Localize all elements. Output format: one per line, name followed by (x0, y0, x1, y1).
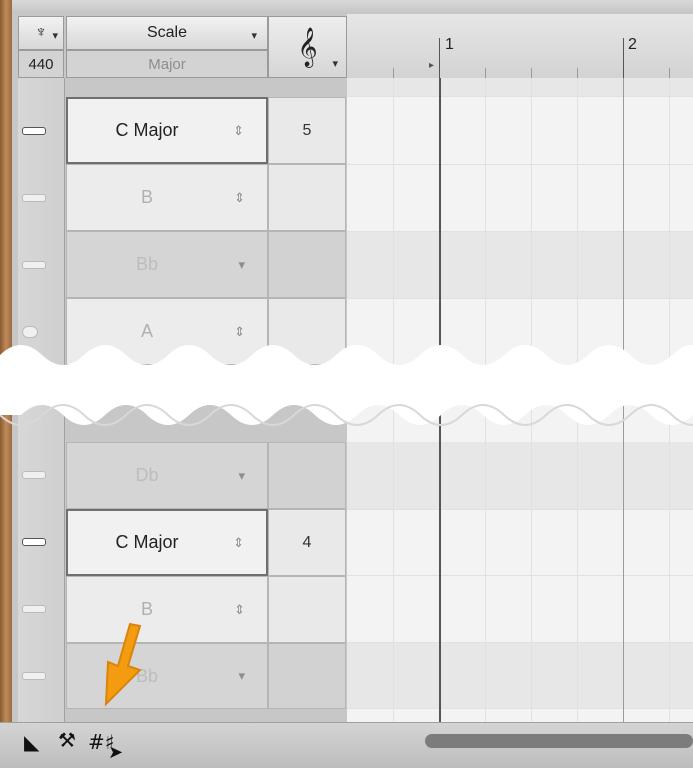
clef-menu-button[interactable]: 𝄞 ▾ (268, 16, 347, 78)
stepper-icon[interactable]: ⇕ (234, 602, 245, 618)
note-label: C Major (115, 120, 179, 140)
tuning-value[interactable]: 440 (18, 50, 64, 78)
omitted-rows-separator (0, 345, 693, 426)
key-marker[interactable] (22, 471, 46, 479)
octave-cell[interactable]: 5 (268, 97, 346, 164)
scale-value: Major (66, 50, 268, 78)
timeline-ruler[interactable]: 1 2 ▸ (347, 14, 693, 79)
scale-row[interactable]: C Major ⇕ (66, 97, 268, 164)
horizontal-scrollbar[interactable] (425, 734, 693, 748)
chevron-down-icon: ▾ (332, 58, 338, 70)
note-label: C Major (115, 532, 179, 552)
scale-label: Scale (146, 24, 188, 41)
key-marker[interactable] (22, 672, 46, 680)
chevron-down-icon[interactable]: ▾ (238, 668, 245, 684)
treble-clef-icon: 𝄞 (297, 27, 318, 67)
chevron-down-icon[interactable]: ▾ (238, 468, 245, 484)
key-marker[interactable] (22, 538, 46, 546)
octave-cell[interactable] (268, 164, 346, 231)
note-label: Db (135, 465, 159, 485)
scale-row[interactable]: Db ▾ (66, 442, 268, 509)
octave-cell[interactable] (268, 643, 346, 709)
chevron-down-icon: ▾ (52, 30, 58, 42)
scale-row[interactable]: B ⇕ (66, 164, 268, 231)
bar-number-2: 2 (628, 36, 637, 53)
note-label: Bb (135, 254, 159, 274)
note-label: B (140, 187, 153, 207)
octave-cell[interactable] (268, 576, 346, 643)
cursor-icon: ➤ (108, 742, 124, 762)
octave-cell[interactable] (268, 442, 346, 509)
chevron-down-icon: ▾ (251, 30, 257, 42)
key-marker[interactable] (22, 261, 46, 269)
scale-menu-button[interactable]: Scale ▾ (66, 16, 268, 50)
octave-cell[interactable]: 4 (268, 509, 346, 576)
scale-row[interactable]: Bb ▾ (66, 231, 268, 298)
chevron-down-icon[interactable]: ▾ (238, 257, 245, 273)
tuning-menu-button[interactable]: ♆ ▾ (18, 16, 64, 50)
pointer-tool-icon[interactable]: ◣ (24, 730, 39, 755)
tuning-fork-icon: ♆ (35, 24, 47, 41)
scale-row[interactable]: C Major ⇕ (66, 509, 268, 576)
highlight-arrow-icon (104, 622, 142, 707)
key-marker[interactable] (22, 194, 46, 202)
octave-cell[interactable] (268, 231, 346, 298)
stepper-icon[interactable]: ⇕ (234, 190, 245, 206)
stepper-icon[interactable]: ⇕ (233, 535, 244, 551)
bar-number-1: 1 (445, 36, 454, 53)
key-marker[interactable] (22, 605, 46, 613)
stepper-icon[interactable]: ⇕ (233, 123, 244, 139)
key-marker[interactable] (22, 127, 46, 135)
title-strip (0, 0, 693, 14)
wrench-tool-icon[interactable]: ⚒ (58, 728, 76, 753)
playhead-marker-icon[interactable]: ▸ (429, 60, 434, 71)
